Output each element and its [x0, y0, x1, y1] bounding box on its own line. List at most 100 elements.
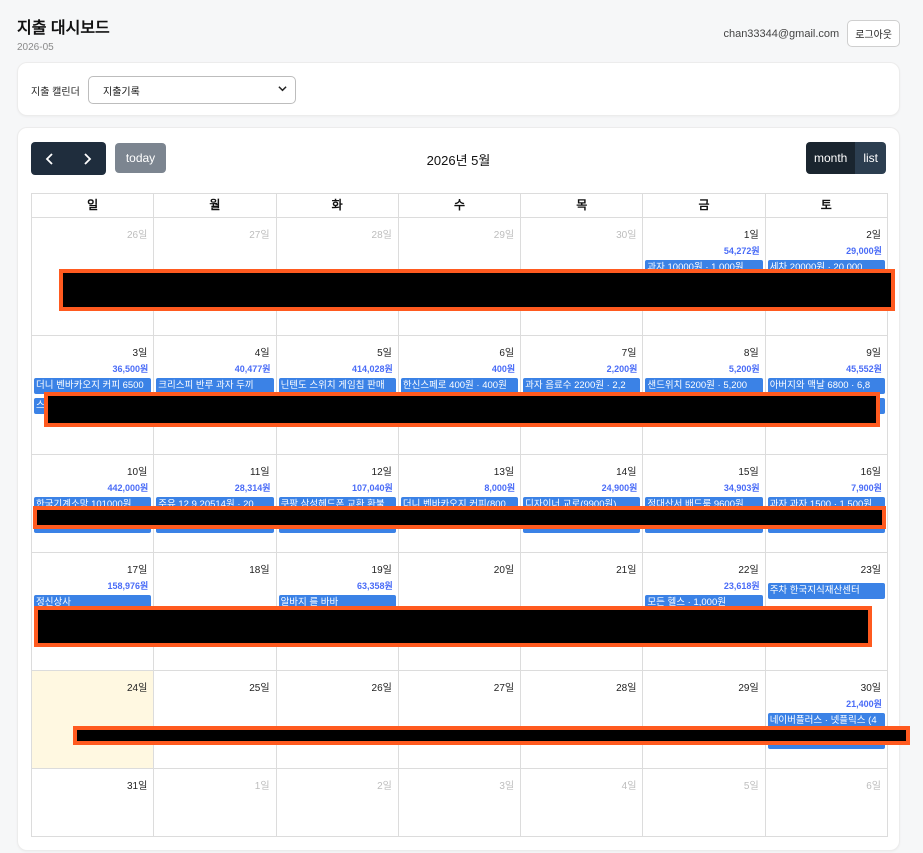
day-total-amount: 28,314원 — [234, 483, 271, 493]
day-number[interactable]: 2일 — [866, 226, 881, 241]
calendar-day-cell[interactable]: 5일 — [643, 769, 766, 837]
day-number[interactable]: 7일 — [622, 344, 637, 359]
day-total-amount: 54,272원 — [723, 246, 760, 256]
calendar-day-cell[interactable]: 14일24,900원디자이너 교로(9900원)지역지역 세탄이 데이트 · 1 — [521, 455, 644, 553]
day-of-week-label: 금 — [643, 194, 766, 218]
day-total-amount: 8,000원 — [484, 483, 516, 493]
day-total-amount: 36,500원 — [112, 364, 149, 374]
day-number[interactable]: 19일 — [372, 561, 392, 576]
day-total-amount: 29,000원 — [846, 246, 882, 256]
day-number[interactable]: 20일 — [494, 561, 514, 576]
calendar-title: 2026년 5월 — [426, 153, 491, 168]
day-total-amount: 24,900원 — [601, 483, 638, 493]
calendar-day-cell[interactable]: 16일7,900원과자 과자 1500 · 1,500원쿠팡 6400원 · 6… — [765, 455, 888, 553]
redaction-box — [59, 269, 895, 311]
day-number[interactable]: 14일 — [616, 463, 636, 478]
day-total-amount: 2,200원 — [606, 364, 638, 374]
day-number[interactable]: 11일 — [250, 463, 270, 478]
day-of-week-header: 일월화수목금토 — [32, 194, 888, 218]
day-number[interactable]: 15일 — [738, 463, 758, 478]
calendar-day-cell[interactable]: 2일 — [276, 769, 399, 837]
day-number[interactable]: 24일 — [127, 679, 147, 694]
day-number[interactable]: 3일 — [133, 344, 148, 359]
day-number[interactable]: 30일 — [616, 226, 636, 241]
day-of-week-label: 토 — [765, 194, 888, 218]
day-of-week-label: 목 — [521, 194, 644, 218]
day-number[interactable]: 6일 — [866, 777, 881, 792]
page-header: 지출 대시보드 2026-05 chan33344@gmail.com 로그아웃 — [17, 14, 900, 53]
list-view-button[interactable]: list — [855, 142, 886, 174]
calendar-day-cell[interactable]: 26일 — [276, 671, 399, 769]
day-number[interactable]: 26일 — [372, 679, 392, 694]
redaction-box — [44, 392, 880, 427]
calendar-day-cell[interactable]: 1일 — [154, 769, 277, 837]
day-total-amount: 63,358원 — [357, 581, 393, 591]
day-number[interactable]: 27일 — [249, 226, 269, 241]
day-number[interactable]: 22일 — [738, 561, 758, 576]
day-number[interactable]: 10일 — [127, 463, 147, 478]
day-number[interactable]: 29일 — [494, 226, 514, 241]
calendar-day-cell[interactable]: 4일 — [521, 769, 644, 837]
calendar-day-cell[interactable]: 11일28,314원주유 12.9 20514원 · 20가게식음 7800원 … — [154, 455, 277, 553]
day-number[interactable]: 23일 — [861, 561, 881, 576]
calendar-day-cell[interactable]: 28일 — [521, 671, 644, 769]
calendar-day-cell[interactable]: 3일 — [398, 769, 522, 837]
day-number[interactable]: 9일 — [866, 344, 881, 359]
day-of-week-label: 일 — [32, 194, 155, 218]
calendar-day-cell[interactable]: 24일 — [32, 671, 155, 769]
day-number[interactable]: 1일 — [744, 226, 759, 241]
day-number[interactable]: 6일 — [499, 344, 514, 359]
day-number[interactable]: 16일 — [861, 463, 881, 478]
calendar-day-cell[interactable]: 25일 — [154, 671, 277, 769]
day-number[interactable]: 4일 — [622, 777, 637, 792]
day-number[interactable]: 17일 — [127, 561, 147, 576]
day-number[interactable]: 18일 — [249, 561, 269, 576]
month-view-button[interactable]: month — [805, 142, 856, 174]
day-number[interactable]: 31일 — [127, 777, 147, 792]
day-total-amount: 442,000원 — [107, 483, 149, 493]
calendar-day-cell[interactable]: 29일 — [643, 671, 766, 769]
calendar-day-cell[interactable]: 10일442,000원한국기계소망 101000원네이버중고서비스 41000원 — [32, 455, 155, 553]
day-number[interactable]: 26일 — [127, 226, 147, 241]
day-total-amount: 107,040원 — [352, 483, 393, 493]
calendar-day-cell[interactable]: 12일107,040원쿠팡 삼성헤드폰 교환 환불쿠팡과자구매(7850원) ·… — [276, 455, 399, 553]
day-number[interactable]: 3일 — [499, 777, 514, 792]
redaction-box — [73, 726, 910, 745]
day-of-week-label: 수 — [398, 194, 522, 218]
day-number[interactable]: 21일 — [616, 561, 636, 576]
day-number[interactable]: 25일 — [249, 679, 269, 694]
user-area: chan33344@gmail.com 로그아웃 — [723, 20, 900, 47]
day-total-amount: 21,400원 — [846, 699, 882, 709]
calendar-day-cell[interactable]: 15일34,903원정대산서 배드룸 9600원주유충전 25303원 · 25… — [643, 455, 766, 553]
chevron-down-icon — [278, 86, 287, 92]
day-number[interactable]: 13일 — [494, 463, 514, 478]
day-number[interactable]: 5일 — [377, 344, 392, 359]
expense-event[interactable]: 주차 한국지식재산센터 — [767, 583, 885, 599]
day-number[interactable]: 28일 — [372, 226, 392, 241]
calendar-day-cell[interactable]: 31일 — [32, 769, 155, 837]
day-number[interactable]: 4일 — [255, 344, 270, 359]
filter-card: 지출 캘린더 지출기록 — [17, 62, 900, 116]
day-number[interactable]: 12일 — [372, 463, 392, 478]
day-total-amount: 158,976원 — [107, 581, 149, 591]
calendar-select[interactable]: 지출기록 — [88, 76, 296, 104]
day-number[interactable]: 1일 — [255, 777, 270, 792]
day-number[interactable]: 27일 — [494, 679, 514, 694]
day-total-amount: 23,618원 — [723, 581, 760, 591]
calendar-day-cell[interactable]: 30일21,400원네이버플러스 · 넷플릭스 (4수요ai 음식(16500원… — [765, 671, 888, 769]
user-email: chan33344@gmail.com — [723, 27, 840, 40]
calendar-day-cell[interactable]: 13일 8,000원 더니 벤바카오지 커피(800 — [398, 455, 522, 553]
calendar-day-cell[interactable]: 6일 — [765, 769, 888, 837]
day-number[interactable]: 30일 — [861, 679, 881, 694]
day-number[interactable]: 28일 — [616, 679, 636, 694]
day-number[interactable]: 5일 — [744, 777, 759, 792]
day-number[interactable]: 2일 — [377, 777, 392, 792]
day-number[interactable]: 8일 — [744, 344, 759, 359]
calendar-filter-label: 지출 캘린더 — [31, 87, 80, 98]
day-of-week-label: 화 — [276, 194, 399, 218]
redaction-box — [34, 606, 872, 647]
calendar-day-cell[interactable]: 27일 — [398, 671, 522, 769]
day-number[interactable]: 29일 — [738, 679, 758, 694]
logout-button[interactable]: 로그아웃 — [847, 20, 900, 47]
calendar-week-row: 24일 25일 26일 27일 28일 29일 30일 21,400원 네이버플러스 · 넷플릭… — [32, 671, 888, 769]
